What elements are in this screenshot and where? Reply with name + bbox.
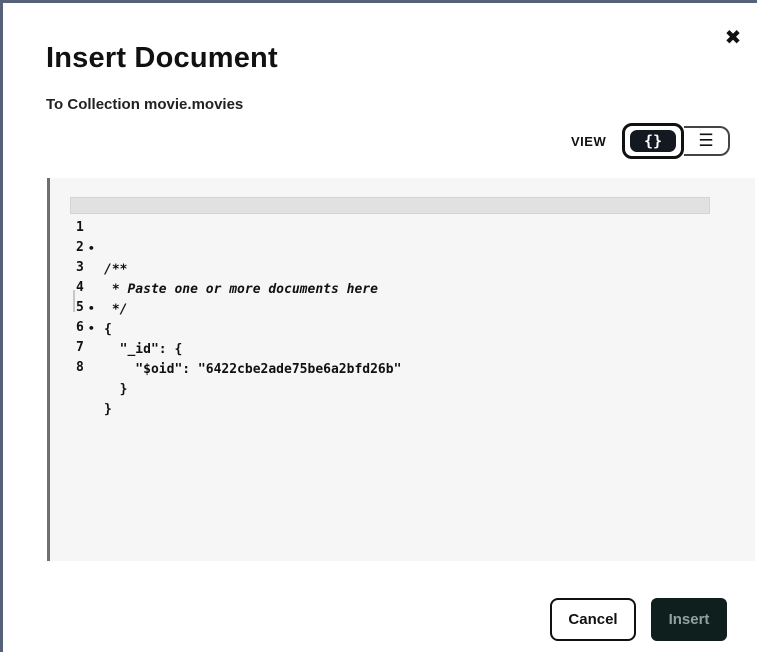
code-line: 5 • "_id": { [50,276,182,357]
code-line: 1 • /** [50,196,127,277]
dialog-title: Insert Document [46,42,278,74]
code-text: "$oid": "6422cbe2ade75be6a2bfd26b" [104,362,402,377]
window-frame-top [0,0,757,3]
window-frame-left [0,0,3,652]
view-toggle: {} ☰ [622,123,732,159]
indent-guide [73,290,75,312]
code-text: * Paste one or more documents here [104,282,378,297]
code-text: "_id": { [104,342,183,357]
code-text: } [104,382,128,397]
code-line: 3 */ [50,236,127,317]
fold-marker-icon[interactable]: • [88,318,98,339]
fold-marker-icon[interactable]: • [88,238,98,259]
curly-braces-icon: {} [630,130,676,152]
code-line: 8 } [50,336,112,417]
active-line-highlight [70,197,710,214]
cancel-button[interactable]: Cancel [550,598,636,641]
line-number: 8 [76,360,84,375]
code-line: 6 "$oid": "6422cbe2ade75be6a2bfd26b" [50,296,401,377]
code-line: 2 * Paste one or more documents here [50,216,378,297]
close-icon[interactable]: ✖ [722,26,744,48]
code-text: /** [104,262,128,277]
code-editor[interactable]: 1 • /** 2 * Paste one or more documents … [47,178,755,561]
code-text: } [104,402,112,417]
insert-button[interactable]: Insert [651,598,727,641]
list-view-button[interactable]: ☰ [684,126,730,156]
view-label: VIEW [571,134,607,149]
code-line: 4 • { [50,256,112,337]
code-line: 7 } [50,316,127,397]
list-icon: ☰ [698,131,714,151]
code-text: */ [104,302,128,317]
dialog-subtitle: To Collection movie.movies [46,96,244,113]
json-view-button[interactable]: {} [622,123,684,159]
code-text: { [104,322,112,337]
fold-marker-icon[interactable]: • [88,298,98,319]
